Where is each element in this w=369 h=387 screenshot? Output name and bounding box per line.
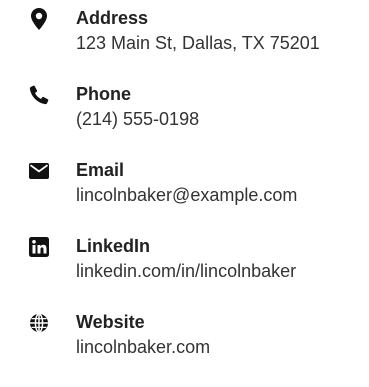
email-label: Email: [76, 160, 125, 180]
contact-list: Address 123 Main St, Dallas, TX 75201 Ph…: [28, 6, 364, 386]
phone-icon: [28, 84, 50, 106]
linkedin-label: LinkedIn: [76, 236, 151, 256]
website-value[interactable]: lincolnbaker.com: [76, 334, 210, 360]
website-label: Website: [76, 312, 145, 332]
contact-item-phone: Phone (214) 555-0198: [28, 82, 364, 158]
contact-item-linkedin: LinkedIn linkedin.com/in/lincolnbaker: [28, 234, 364, 310]
contact-item-website: Website lincolnbaker.com: [28, 310, 364, 386]
linkedin-icon: [28, 236, 50, 258]
contact-item-email: Email lincolnbaker@example.com: [28, 158, 364, 234]
address-label: Address: [76, 8, 149, 28]
phone-label: Phone: [76, 84, 132, 104]
linkedin-value[interactable]: linkedin.com/in/lincolnbaker: [76, 258, 296, 284]
globe-icon: [28, 312, 50, 334]
contact-item-address: Address 123 Main St, Dallas, TX 75201: [28, 6, 364, 82]
phone-value[interactable]: (214) 555-0198: [76, 106, 199, 132]
envelope-icon: [28, 160, 50, 182]
address-value: 123 Main St, Dallas, TX 75201: [76, 33, 320, 53]
email-value[interactable]: lincolnbaker@example.com: [76, 182, 297, 208]
map-marker-icon: [28, 8, 50, 30]
